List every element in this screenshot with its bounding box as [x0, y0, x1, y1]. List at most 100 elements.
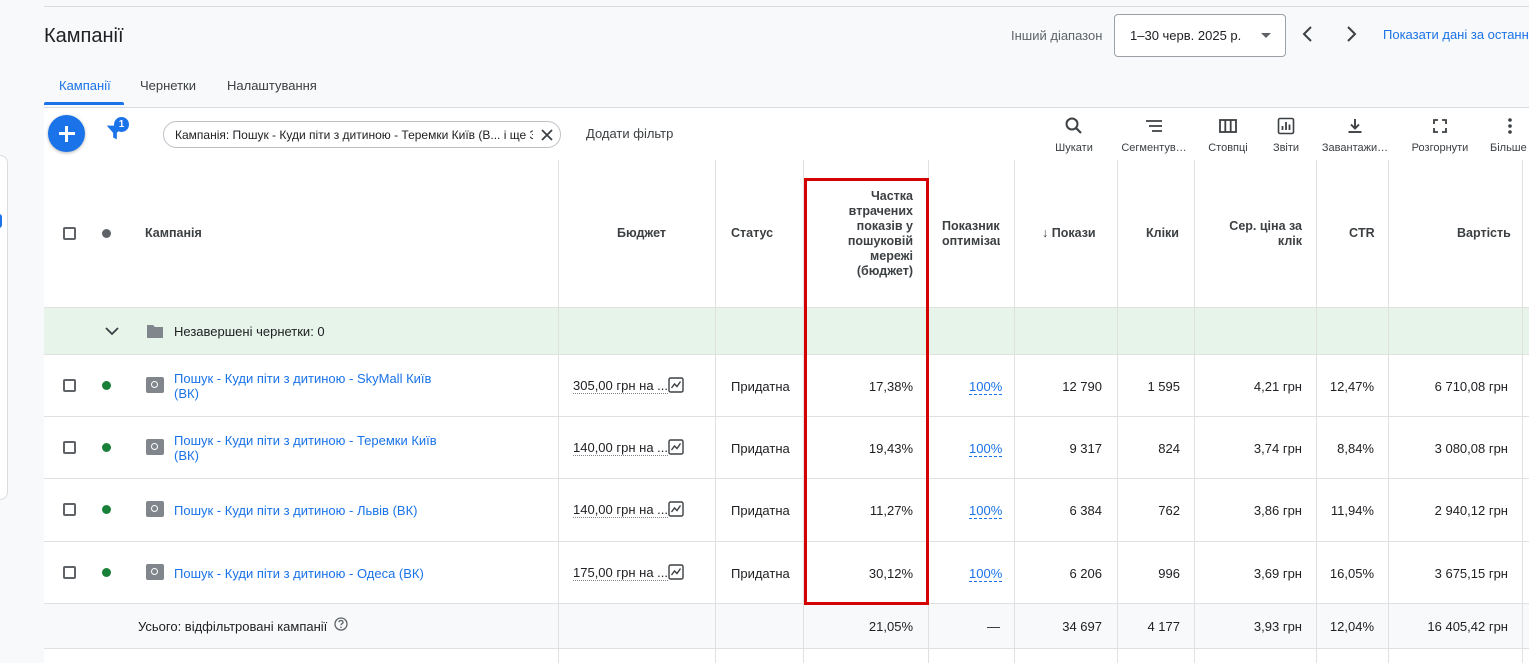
- top-divider: [44, 6, 1529, 7]
- date-range-value: 1–30 черв. 2025 р.: [1130, 28, 1242, 43]
- total-clicks: 4 177: [1147, 619, 1180, 634]
- status-dot-icon: [102, 229, 111, 238]
- budget-chart-icon[interactable]: [668, 377, 684, 393]
- chevron-left-icon[interactable]: [1298, 22, 1318, 46]
- campaign-name-link[interactable]: Пошук - Куди піти з дитиною - SkyMall Ки…: [174, 371, 444, 401]
- optimization-score-link[interactable]: 100%: [969, 379, 1003, 395]
- row-checkbox[interactable]: [63, 566, 76, 579]
- header-campaign[interactable]: Кампанія: [145, 226, 202, 240]
- tool-label: Більше: [1490, 142, 1527, 154]
- tool-label: Завантажи…: [1321, 142, 1389, 154]
- clicks-value: 996: [1158, 566, 1180, 581]
- column-divider: [1117, 160, 1118, 663]
- budget-chart-icon[interactable]: [668, 439, 684, 455]
- tool-label: Розгорнути: [1411, 142, 1469, 154]
- status-value: Придатна: [731, 441, 790, 456]
- header-cost[interactable]: Вартість: [1457, 226, 1511, 240]
- column-divider: [1194, 160, 1195, 663]
- more-button[interactable]: Більше: [1490, 116, 1529, 154]
- table-row: Пошук - Куди піти з дитиною - Одеса (ВК)…: [44, 542, 1529, 604]
- reports-button[interactable]: Звіти: [1266, 116, 1306, 154]
- side-panel-indicator: [0, 214, 2, 228]
- search-button[interactable]: Шукати: [1050, 116, 1098, 154]
- total-optimization-score: —: [987, 619, 1000, 634]
- segment-button[interactable]: Сегментув…: [1116, 116, 1192, 154]
- ctr-value: 8,84%: [1337, 441, 1374, 456]
- filter-chip-label: Кампанія: Пошук - Куди піти з дитиною - …: [175, 128, 533, 142]
- date-range-picker[interactable]: 1–30 черв. 2025 р.: [1114, 14, 1286, 57]
- tab-campaigns[interactable]: Кампанії: [59, 78, 111, 93]
- table-row: Пошук - Куди піти з дитиною - Львів (ВК)…: [44, 479, 1529, 542]
- header-status[interactable]: Статус: [731, 226, 773, 240]
- optimization-score-link[interactable]: 100%: [969, 503, 1003, 519]
- column-divider: [1316, 160, 1317, 663]
- columns-button[interactable]: Стовпці: [1204, 116, 1252, 154]
- row-checkbox[interactable]: [63, 379, 76, 392]
- show-data-link[interactable]: Показати дані за останн: [1383, 27, 1529, 42]
- more-vert-icon: [1508, 118, 1512, 134]
- budget-chart-icon[interactable]: [668, 501, 684, 517]
- budget-value[interactable]: 140,00 грн на ...: [573, 502, 668, 518]
- budget-value[interactable]: 140,00 грн на ...: [573, 440, 668, 456]
- select-all-checkbox[interactable]: [63, 227, 76, 240]
- enabled-status-dot-icon: [102, 381, 111, 390]
- table-toolbar: 1 Кампанія: Пошук - Куди піти з дитиною …: [44, 108, 1529, 160]
- download-button[interactable]: Завантажи…: [1318, 116, 1392, 154]
- campaign-name-link[interactable]: Пошук - Куди піти з дитиною - Теремки Ки…: [174, 433, 444, 463]
- optimization-score-link[interactable]: 100%: [969, 441, 1003, 457]
- budget-cell: 305,00 грн на ...: [573, 378, 668, 394]
- impressions-value: 12 790: [1062, 379, 1102, 394]
- sort-down-arrow-icon: ↓: [1042, 226, 1049, 240]
- header-budget[interactable]: Бюджет: [617, 226, 666, 240]
- filter-chip[interactable]: Кампанія: Пошук - Куди піти з дитиною - …: [163, 121, 561, 148]
- clicks-value: 824: [1158, 441, 1180, 456]
- side-panel-card: [0, 155, 8, 500]
- header-ctr[interactable]: CTR: [1349, 226, 1375, 240]
- cost-value: 3 675,15 грн: [1434, 566, 1508, 581]
- campaign-name-link[interactable]: Пошук - Куди піти з дитиною - Одеса (ВК): [174, 566, 464, 581]
- impressions-value: 9 317: [1069, 441, 1102, 456]
- header-avg-cpc[interactable]: Сер. ціна за клік: [1216, 219, 1302, 249]
- drafts-row[interactable]: Незавершені чернетки: 0: [44, 308, 1529, 355]
- ctr-value: 12,47%: [1329, 379, 1374, 394]
- row-checkbox[interactable]: [63, 441, 76, 454]
- campaign-name-link[interactable]: Пошук - Куди піти з дитиною - Львів (ВК): [174, 503, 464, 518]
- avg-cpc-value: 4,21 грн: [1253, 379, 1302, 394]
- impressions-value: 6 206: [1069, 566, 1102, 581]
- cost-value: 2 940,12 грн: [1434, 503, 1508, 518]
- header-impressions[interactable]: ↓ Покази: [1042, 226, 1096, 240]
- optimization-score-link[interactable]: 100%: [969, 566, 1003, 582]
- budget-chart-icon[interactable]: [668, 564, 684, 580]
- close-icon[interactable]: [540, 128, 554, 142]
- total-cost: 16 405,42 грн: [1427, 619, 1508, 634]
- row-checkbox[interactable]: [63, 503, 76, 516]
- optimization-score-value: 100%: [969, 566, 1003, 582]
- tool-label: Шукати: [1055, 142, 1093, 154]
- active-tab-indicator: [44, 102, 124, 105]
- column-divider: [1014, 160, 1015, 663]
- tool-label: Стовпці: [1208, 142, 1248, 154]
- expand-button[interactable]: Розгорнути: [1406, 116, 1474, 154]
- enabled-status-dot-icon: [102, 443, 111, 452]
- chevron-down-icon[interactable]: [104, 323, 120, 339]
- tabs-bar: Кампанії Чернетки Налаштування: [44, 72, 1529, 108]
- status-value: Придатна: [731, 379, 790, 394]
- column-divider: [1522, 160, 1523, 663]
- avg-cpc-value: 3,69 грн: [1253, 566, 1302, 581]
- total-avg-cpc: 3,93 грн: [1253, 619, 1302, 634]
- budget-value[interactable]: 175,00 грн на ...: [573, 565, 668, 581]
- header-optimization-score[interactable]: Показник оптимізації: [942, 219, 1000, 249]
- tab-drafts[interactable]: Чернетки: [140, 78, 196, 93]
- add-campaign-button[interactable]: [48, 115, 85, 152]
- help-icon[interactable]: [334, 617, 348, 631]
- header-clicks[interactable]: Кліки: [1146, 226, 1179, 240]
- expand-icon: [1433, 119, 1447, 133]
- table-row: Пошук - Куди піти з дитиною - Теремки Ки…: [44, 417, 1529, 479]
- add-filter-button[interactable]: Додати фільтр: [586, 126, 673, 141]
- chevron-right-icon[interactable]: [1341, 22, 1361, 46]
- tab-settings[interactable]: Налаштування: [227, 78, 317, 93]
- optimization-score-value: 100%: [969, 379, 1003, 395]
- budget-value[interactable]: 305,00 грн на ...: [573, 378, 668, 394]
- budget-cell: 175,00 грн на ...: [573, 565, 668, 581]
- folder-icon: [147, 325, 163, 338]
